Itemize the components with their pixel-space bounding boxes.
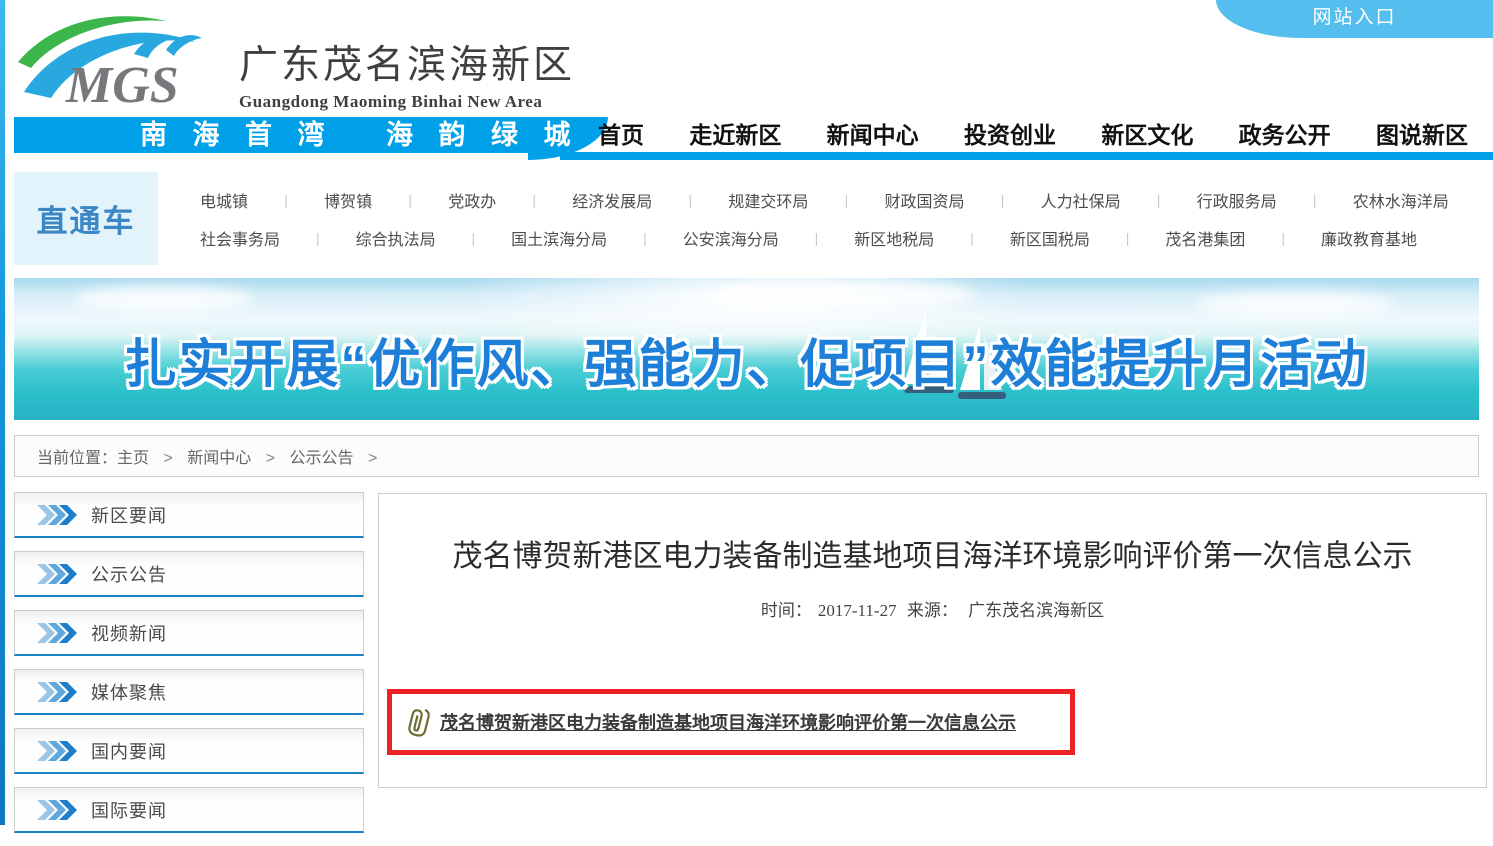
main-nav: 首页 走近新区 新闻中心 投资创业 新区文化 政务公开 图说新区: [598, 114, 1468, 152]
breadcrumb: 当前位置： 主页 > 新闻中心 > 公示公告 >: [14, 435, 1479, 477]
divider: |: [284, 192, 288, 208]
department-link[interactable]: 规建交环局: [728, 188, 808, 212]
sidebar-item[interactable]: 国际要闻: [14, 787, 364, 833]
breadcrumb-link[interactable]: 新闻中心: [187, 450, 251, 467]
nav-item[interactable]: 图说新区: [1376, 116, 1468, 150]
sidebar-item-label: 国际要闻: [91, 797, 167, 823]
department-link[interactable]: 综合执法局: [356, 226, 436, 250]
sidebar-item[interactable]: 媒体聚焦: [14, 669, 364, 715]
divider: |: [1126, 230, 1130, 246]
sidebar-item-label: 媒体聚焦: [91, 679, 167, 705]
department-link[interactable]: 国土滨海分局: [511, 226, 607, 250]
department-link[interactable]: 人力社保局: [1041, 188, 1121, 212]
sidebar-item[interactable]: 视频新闻: [14, 610, 364, 656]
sidebar-item-label: 视频新闻: [91, 620, 167, 646]
nav-item[interactable]: 政务公开: [1239, 116, 1331, 150]
divider: |: [316, 230, 320, 246]
site-logo[interactable]: MGS 广东茂名滨海新区 Guangdong Maoming Binhai Ne…: [16, 6, 575, 112]
sidebar-item-label: 公示公告: [91, 561, 167, 587]
triple-chevron-icon: [37, 623, 79, 643]
divider: |: [643, 230, 647, 246]
department-link[interactable]: 农林水海洋局: [1353, 188, 1449, 212]
sidebar-item-label: 新区要闻: [91, 502, 167, 528]
breadcrumb-separator: >: [368, 450, 377, 467]
sidebar-item[interactable]: 新区要闻: [14, 492, 364, 538]
article-meta: 时间： 2017-11-27 来源： 广东茂名滨海新区: [379, 596, 1486, 621]
breadcrumb-separator: >: [266, 450, 275, 467]
divider: |: [970, 230, 974, 246]
breadcrumb-label: 当前位置：: [37, 444, 117, 468]
sidebar: 新区要闻 公示公告 视频新闻 媒体聚焦: [14, 492, 364, 846]
breadcrumb-items: 主页 > 新闻中心 > 公示公告 >: [117, 444, 387, 468]
divider: |: [1281, 230, 1285, 246]
meta-time-label: 时间：: [761, 601, 812, 620]
sidebar-item-label: 国内要闻: [91, 738, 167, 764]
cloud-shape: [74, 286, 254, 312]
divider: |: [408, 192, 412, 208]
triple-chevron-icon: [37, 741, 79, 761]
department-link[interactable]: 行政服务局: [1197, 188, 1277, 212]
site-title-en: Guangdong Maoming Binhai New Area: [239, 92, 575, 112]
department-link[interactable]: 新区地税局: [854, 226, 934, 250]
divider: |: [1157, 192, 1161, 208]
department-row-2: 社会事务局 | 综合执法局 | 国土滨海分局 | 公安滨海分局 | 新区地税局 …: [172, 226, 1477, 250]
nav-item[interactable]: 投资创业: [964, 116, 1056, 150]
divider: |: [532, 192, 536, 208]
cloud-shape: [1194, 292, 1394, 316]
nav-item[interactable]: 新闻中心: [827, 116, 919, 150]
city-slogan: 南 海 首 湾 海 韵 绿 城: [140, 118, 580, 153]
left-accent-strip: [0, 0, 5, 825]
logo-icon: MGS: [16, 8, 231, 110]
department-link[interactable]: 新区国税局: [1010, 226, 1090, 250]
divider: |: [472, 230, 476, 246]
highlight-box: 茂名博贺新港区电力装备制造基地项目海洋环境影响评价第一次信息公示: [387, 689, 1075, 755]
department-link[interactable]: 电城镇: [200, 188, 248, 212]
nav-underline-strip: [560, 152, 1493, 160]
sidebar-item[interactable]: 国内要闻: [14, 728, 364, 774]
meta-time: 2017-11-27: [818, 601, 897, 620]
nav-item[interactable]: 首页: [598, 116, 644, 150]
article-panel: 茂名博贺新港区电力装备制造基地项目海洋环境影响评价第一次信息公示 时间： 2017…: [378, 493, 1487, 788]
department-row-1: 电城镇 | 博贺镇 | 党政办 | 经济发展局 | 规建交环局 | 财政国资局 …: [172, 188, 1477, 212]
campaign-banner: 扎实开展“优作风、强能力、促项目”效能提升月活动: [14, 278, 1479, 420]
meta-source-label: 来源：: [907, 601, 958, 620]
article-title: 茂名博贺新港区电力装备制造基地项目海洋环境影响评价第一次信息公示: [404, 530, 1462, 584]
divider: |: [845, 192, 849, 208]
department-link[interactable]: 党政办: [448, 188, 496, 212]
department-link[interactable]: 博贺镇: [324, 188, 372, 212]
department-links: 电城镇 | 博贺镇 | 党政办 | 经济发展局 | 规建交环局 | 财政国资局 …: [172, 174, 1477, 264]
department-link[interactable]: 公安滨海分局: [683, 226, 779, 250]
divider: |: [1313, 192, 1317, 208]
triple-chevron-icon: [37, 505, 79, 525]
department-link[interactable]: 廉政教育基地: [1321, 226, 1417, 250]
nav-item[interactable]: 新区文化: [1101, 116, 1193, 150]
triple-chevron-icon: [37, 682, 79, 702]
svg-text:MGS: MGS: [65, 57, 179, 110]
site-title: 广东茂名滨海新区: [239, 34, 575, 90]
banner-slogan: 扎实开展“优作风、强能力、促项目”效能提升月活动: [14, 322, 1479, 397]
paperclip-icon: [408, 707, 430, 737]
department-link[interactable]: 财政国资局: [884, 188, 964, 212]
department-link[interactable]: 社会事务局: [200, 226, 280, 250]
triple-chevron-icon: [37, 564, 79, 584]
nav-item[interactable]: 走近新区: [689, 116, 781, 150]
breadcrumb-separator: >: [163, 450, 172, 467]
breadcrumb-link[interactable]: 公示公告: [290, 450, 354, 467]
department-link[interactable]: 茂名港集团: [1165, 226, 1245, 250]
triple-chevron-icon: [37, 800, 79, 820]
divider: |: [689, 192, 693, 208]
breadcrumb-link[interactable]: 主页: [117, 450, 149, 467]
site-entrance-button[interactable]: 网站入口: [1216, 0, 1493, 38]
department-link[interactable]: 经济发展局: [572, 188, 652, 212]
divider: |: [1001, 192, 1005, 208]
sidebar-item[interactable]: 公示公告: [14, 551, 364, 597]
attachment-link[interactable]: 茂名博贺新港区电力装备制造基地项目海洋环境影响评价第一次信息公示: [440, 709, 1016, 735]
express-lane-title[interactable]: 直通车: [14, 172, 158, 265]
divider: |: [815, 230, 819, 246]
meta-source: 广东茂名滨海新区: [968, 601, 1104, 620]
